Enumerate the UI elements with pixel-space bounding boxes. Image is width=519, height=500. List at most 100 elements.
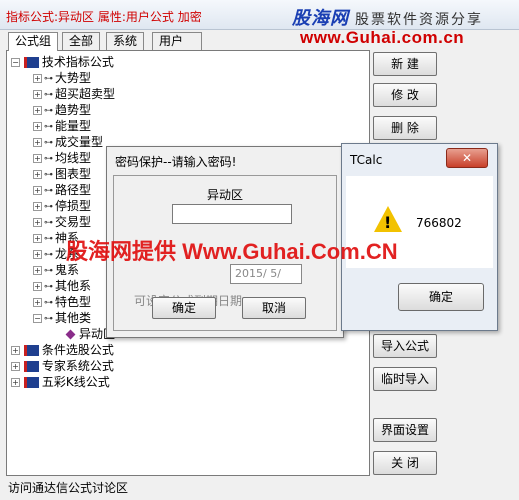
expand-icon[interactable]: + — [33, 298, 42, 307]
tree-item-label: 图表型 — [55, 167, 92, 181]
key-icon: ⊶ — [44, 249, 53, 260]
tree-item-label: 其他系 — [55, 279, 92, 293]
tree-item-label: 能量型 — [55, 119, 92, 133]
tcalc-title: TCalc — [350, 153, 383, 167]
expand-icon[interactable]: + — [33, 234, 42, 243]
tree-item[interactable]: + ⊶ 其他系 — [33, 278, 91, 294]
expand-icon[interactable]: + — [33, 138, 42, 147]
expand-icon[interactable]: + — [11, 346, 20, 355]
tree-item[interactable]: + ⊶ 均线型 — [33, 150, 91, 166]
tree-item[interactable]: + ⊶ 趋势型 — [33, 102, 91, 118]
window-title: 指标公式:异动区 属性:用户公式 加密 — [6, 10, 202, 24]
tree-item[interactable]: − ⊶ 其他类 — [33, 310, 91, 326]
expand-icon[interactable]: + — [33, 250, 42, 259]
warning-exclamation: ! — [384, 213, 392, 232]
tree-item[interactable]: + ⊶ 大势型 — [33, 70, 91, 86]
status-link[interactable]: 访问通达信公式讨论区 — [8, 479, 128, 496]
collapse-icon[interactable]: − — [33, 314, 42, 323]
tree-item-label: 趋势型 — [55, 103, 92, 117]
tree-node-label: 五彩K线公式 — [41, 375, 110, 389]
tree-node-label: 专家系统公式 — [41, 359, 114, 373]
expand-icon[interactable]: + — [33, 154, 42, 163]
key-icon: ⊶ — [44, 105, 53, 116]
watermark: 股海网提供 Www.Guhai.Com.CN — [66, 239, 398, 264]
ok-button[interactable]: 确定 — [152, 297, 216, 319]
tree-item[interactable]: + ⊶ 交易型 — [33, 214, 91, 230]
key-icon: ⊶ — [44, 233, 53, 244]
import-formula-button[interactable]: 导入公式 — [373, 334, 437, 358]
tree-item[interactable]: + ⊶ 成交量型 — [33, 134, 103, 150]
expand-icon[interactable]: + — [33, 74, 42, 83]
tree-node-expert[interactable]: + 专家系统公式 — [11, 358, 114, 374]
tree-item-label: 均线型 — [55, 151, 92, 165]
key-icon: ⊶ — [44, 73, 53, 84]
new-button[interactable]: 新 建 — [373, 52, 437, 76]
formula-icon — [65, 329, 76, 340]
tree-node-kline[interactable]: + 五彩K线公式 — [11, 374, 110, 390]
password-dialog-title: 密码保护--请输入密码! — [115, 155, 237, 169]
temp-import-button[interactable]: 临时导入 — [373, 367, 437, 391]
expand-icon[interactable]: + — [33, 122, 42, 131]
key-icon: ⊶ — [44, 201, 53, 212]
tree-item-label: 交易型 — [55, 215, 92, 229]
key-icon: ⊶ — [44, 297, 53, 308]
key-icon: ⊶ — [44, 313, 53, 324]
key-icon: ⊶ — [44, 185, 53, 196]
logo-url: www.Guhai.com.cn — [300, 28, 465, 47]
collapse-icon[interactable]: − — [11, 58, 20, 67]
tree-node-label: 条件选股公式 — [41, 343, 114, 357]
key-icon: ⊶ — [44, 121, 53, 132]
expire-date-field[interactable]: 2015/ 5/ — [230, 264, 302, 284]
book-icon — [23, 361, 39, 372]
expand-icon[interactable]: + — [33, 90, 42, 99]
tree-node-technical[interactable]: − 技术指标公式 — [11, 54, 114, 70]
tree-item[interactable]: + ⊶ 能量型 — [33, 118, 91, 134]
expand-icon[interactable]: + — [11, 362, 20, 371]
tree-item-label: 停损型 — [55, 199, 92, 213]
tree-item-label: 大势型 — [55, 71, 92, 85]
modify-button[interactable]: 修 改 — [373, 83, 437, 107]
tree-node-condition[interactable]: + 条件选股公式 — [11, 342, 114, 358]
tab-system[interactable]: 系统 — [106, 32, 145, 50]
expand-icon[interactable]: + — [33, 202, 42, 211]
tcalc-ok-button[interactable]: 确定 — [398, 283, 484, 311]
expand-icon[interactable]: + — [11, 378, 20, 387]
book-icon — [23, 57, 39, 68]
tree-item[interactable]: + ⊶ 图表型 — [33, 166, 91, 182]
expand-icon[interactable]: + — [33, 282, 42, 291]
close-button[interactable]: 关 闭 — [373, 451, 437, 475]
cancel-button[interactable]: 取消 — [242, 297, 306, 319]
key-icon: ⊶ — [44, 89, 53, 100]
ui-settings-button[interactable]: 界面设置 — [373, 418, 437, 442]
expand-icon[interactable]: + — [33, 266, 42, 275]
book-icon — [23, 345, 39, 356]
expand-icon[interactable]: + — [33, 186, 42, 195]
tab-formula-group[interactable]: 公式组 — [8, 32, 59, 51]
tree-item-label: 特色型 — [55, 295, 92, 309]
delete-button[interactable]: 删 除 — [373, 116, 437, 140]
book-icon — [23, 377, 39, 388]
expand-icon[interactable]: + — [33, 106, 42, 115]
tab-all[interactable]: 全部 — [62, 32, 101, 50]
tree-item[interactable]: + ⊶ 特色型 — [33, 294, 91, 310]
guhai-logo: 股海网 股票软件资源分享 — [292, 4, 483, 30]
key-icon: ⊶ — [44, 137, 53, 148]
key-icon: ⊶ — [44, 153, 53, 164]
expand-icon[interactable]: + — [33, 170, 42, 179]
key-icon: ⊶ — [44, 281, 53, 292]
close-icon[interactable]: ✕ — [446, 148, 488, 168]
tree-item-label: 成交量型 — [55, 135, 104, 149]
tree-item-label: 超买超卖型 — [55, 87, 116, 101]
tree-item-label: 其他类 — [55, 311, 92, 325]
tab-user[interactable]: 用户 — [152, 32, 202, 50]
tree-item[interactable]: + ⊶ 超买超卖型 — [33, 86, 115, 102]
tree-node-label: 技术指标公式 — [41, 55, 114, 69]
password-input[interactable] — [172, 204, 292, 224]
tree-item[interactable]: + ⊶ 路径型 — [33, 182, 91, 198]
tree-item[interactable]: + ⊶ 停损型 — [33, 198, 91, 214]
logo-main-text: 股海网 — [292, 8, 349, 29]
formula-name-label: 异动区 — [206, 188, 243, 202]
key-icon: ⊶ — [44, 169, 53, 180]
title-bar: 指标公式:异动区 属性:用户公式 加密 股海网 股票软件资源分享 — [0, 0, 519, 30]
expand-icon[interactable]: + — [33, 218, 42, 227]
